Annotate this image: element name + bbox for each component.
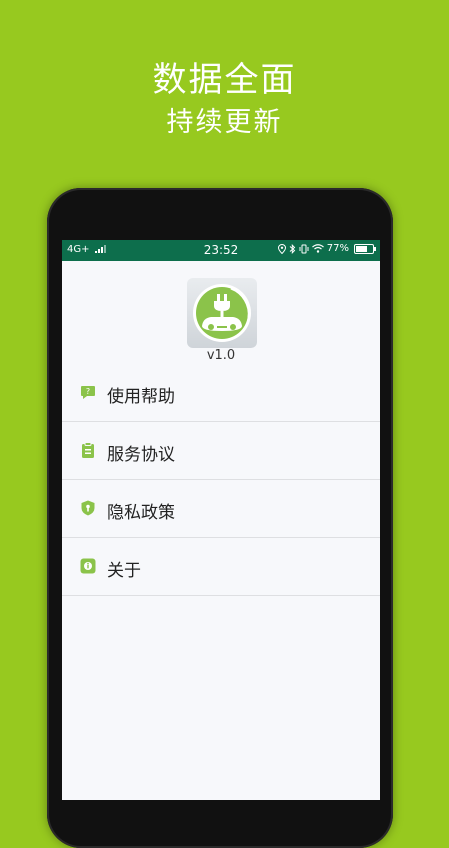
help-icon: ? xyxy=(81,386,95,399)
info-icon xyxy=(80,558,96,574)
promo-subline: 持续更新 xyxy=(166,107,283,138)
menu-label: 隐私政策 xyxy=(107,503,175,523)
bluetooth-icon xyxy=(289,243,295,254)
svg-text:?: ? xyxy=(86,387,90,396)
battery-icon xyxy=(354,243,376,254)
location-icon xyxy=(277,243,286,254)
status-bar: 4G+ 23:52 77% xyxy=(62,240,380,261)
battery-percent: 77% xyxy=(326,243,349,254)
menu-item-service-agreement[interactable]: 服务协议 xyxy=(62,422,380,480)
menu-label: 使用帮助 xyxy=(107,387,175,407)
app-logo xyxy=(187,278,257,348)
clipboard-icon xyxy=(82,442,94,458)
menu-item-about[interactable]: 关于 xyxy=(62,538,380,596)
wifi-icon xyxy=(311,244,324,253)
app-version: v1.0 xyxy=(206,348,236,363)
status-icons: 77% xyxy=(277,243,376,254)
shield-icon xyxy=(81,500,95,516)
plug-car-icon xyxy=(193,284,251,342)
app-screen: 4G+ 23:52 77% v1.0 ? 使用帮助 服务协议 隐私政策 关于 xyxy=(62,240,380,800)
menu-label: 服务协议 xyxy=(107,445,175,465)
menu-item-privacy-policy[interactable]: 隐私政策 xyxy=(62,480,380,538)
menu-item-help[interactable]: ? 使用帮助 xyxy=(62,364,380,422)
promo-headline: 数据全面 xyxy=(152,60,297,100)
vibrate-icon xyxy=(299,244,309,253)
menu-label: 关于 xyxy=(107,561,141,581)
battery-fill xyxy=(356,245,367,252)
settings-menu: ? 使用帮助 服务协议 隐私政策 关于 xyxy=(62,364,380,596)
